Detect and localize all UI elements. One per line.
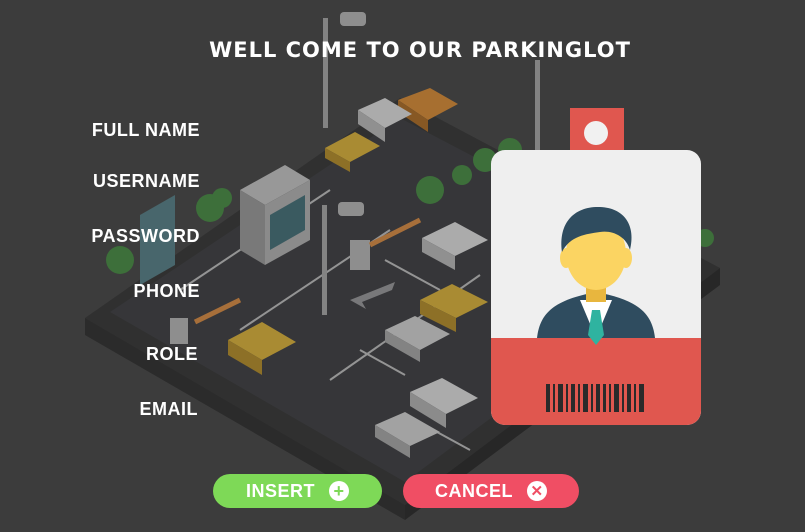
email-field[interactable] [210, 397, 474, 425]
role-field[interactable] [210, 342, 474, 370]
page-title: WELL COME TO OUR PARKINGLOT [209, 38, 631, 62]
insert-button[interactable]: INSERT + [213, 474, 382, 508]
close-circle-icon: ✕ [527, 481, 547, 501]
plus-circle-icon: + [329, 481, 349, 501]
cancel-button[interactable]: CANCEL ✕ [403, 474, 579, 508]
phone-field[interactable] [210, 279, 474, 307]
password-field[interactable] [210, 224, 474, 252]
username-label: USERNAME [92, 171, 200, 191]
role-label: ROLE [145, 344, 198, 364]
password-label: PASSWORD [91, 226, 200, 246]
full-name-field[interactable] [210, 118, 474, 146]
insert-button-label: INSERT [245, 480, 315, 501]
full-name-label: FULL NAME [91, 120, 200, 140]
phone-label: PHONE [133, 281, 200, 301]
username-field[interactable] [210, 169, 474, 197]
login-screen: WELL COME TO OUR PARKINGLOT FULL NAME US… [0, 0, 805, 532]
email-label: EMAIL [139, 399, 198, 419]
cancel-button-label: CANCEL [435, 480, 513, 501]
id-badge-illustration [491, 108, 701, 425]
